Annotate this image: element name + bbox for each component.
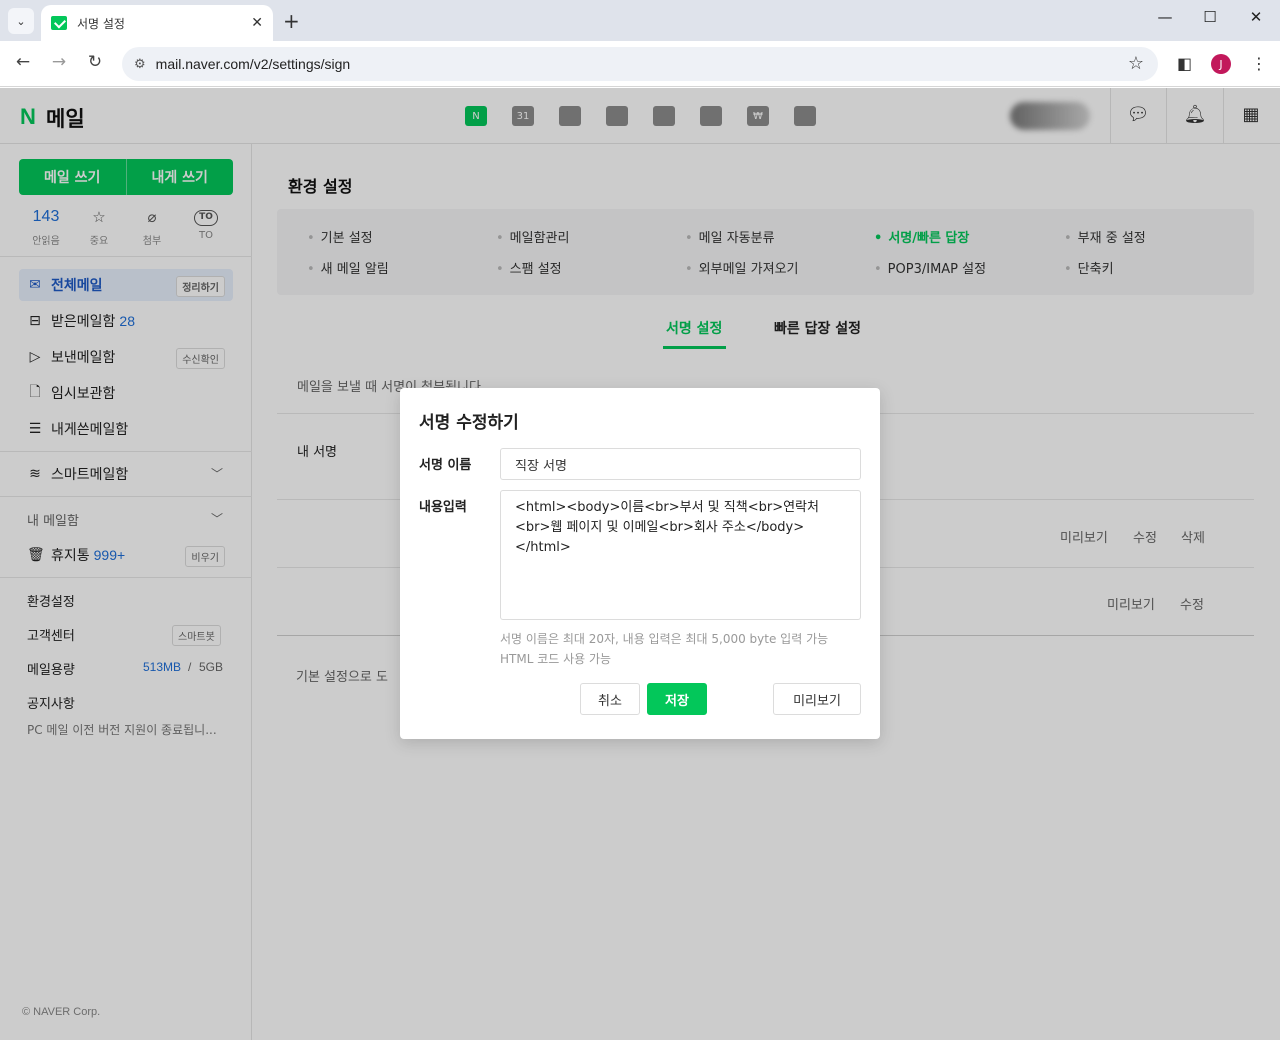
site-info-icon[interactable]: ⚙ (134, 57, 146, 72)
cancel-button[interactable]: 취소 (580, 683, 640, 715)
url-text[interactable]: mail.naver.com/v2/settings/sign (156, 56, 351, 72)
signature-name-label: 서명 이름 (419, 458, 472, 473)
reload-icon[interactable]: ↻ (83, 52, 107, 72)
content-label: 내용입력 (419, 500, 467, 515)
dialog-title: 서명 수정하기 (419, 413, 519, 433)
edit-signature-dialog: 서명 수정하기 서명 이름 내용입력 <html><body>이름<br>부서 … (400, 388, 880, 739)
window-close-icon[interactable]: ✕ (1241, 8, 1271, 26)
tab-search-chevron-icon[interactable]: ⌄ (8, 8, 34, 34)
browser-tab[interactable]: 서명 설정 ✕ (41, 5, 273, 41)
side-panel-icon[interactable]: ◧ (1177, 54, 1192, 73)
tab-close-icon[interactable]: ✕ (251, 15, 263, 31)
browser-tabbar: ⌄ 서명 설정 ✕ + — ☐ ✕ (0, 0, 1280, 41)
browser-menu-icon[interactable]: ⋮ (1251, 54, 1267, 73)
profile-avatar[interactable]: J (1211, 54, 1231, 74)
new-tab-icon[interactable]: + (283, 9, 300, 33)
forward-icon[interactable]: → (47, 52, 71, 72)
signature-name-input[interactable] (500, 448, 861, 480)
minimize-icon[interactable]: — (1150, 8, 1180, 26)
help-html-text: HTML 코드 사용 가능 (500, 652, 612, 666)
back-icon[interactable]: ← (11, 52, 35, 72)
bookmark-star-icon[interactable]: ☆ (1128, 53, 1144, 74)
omnibox[interactable]: ⚙ mail.naver.com/v2/settings/sign ☆ (122, 47, 1158, 81)
maximize-icon[interactable]: ☐ (1195, 8, 1225, 26)
preview-button[interactable]: 미리보기 (773, 683, 861, 715)
signature-content-textarea[interactable]: <html><body>이름<br>부서 및 직책<br>연락처<br>웹 페이… (500, 490, 861, 620)
dialog-help-text: 서명 이름은 최대 20자, 내용 입력은 최대 5,000 byte 입력 가… (500, 629, 828, 669)
naver-mail-favicon-icon (51, 16, 67, 30)
address-bar-row: ← → ↻ ⚙ mail.naver.com/v2/settings/sign … (0, 41, 1280, 87)
help-limit-text: 서명 이름은 최대 20자, 내용 입력은 최대 5,000 byte 입력 가… (500, 632, 829, 646)
save-button[interactable]: 저장 (647, 683, 707, 715)
tab-title: 서명 설정 (77, 16, 125, 31)
